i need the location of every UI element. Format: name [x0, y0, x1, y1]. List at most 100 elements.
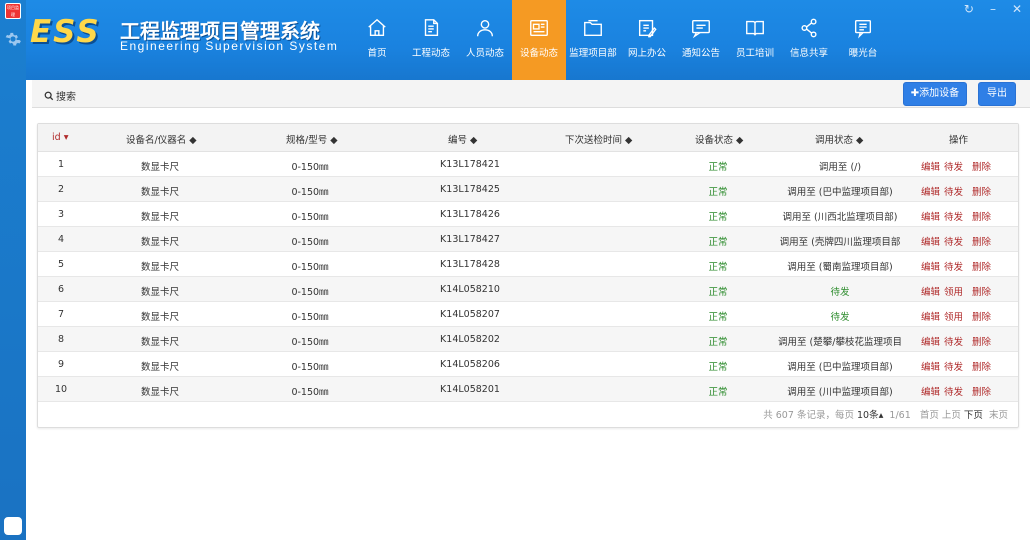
delete-link[interactable]: 删除: [972, 237, 991, 248]
export-button[interactable]: 导出: [978, 82, 1016, 106]
table-row: 1 数显卡尺 0-150㎜ K13L178421 正常 调用至 (/) 编辑 待发…: [38, 152, 1018, 177]
gear-icon[interactable]: [4, 30, 22, 48]
col-next-check[interactable]: 下次送检时间 ◆: [565, 132, 632, 146]
receive-link[interactable]: 领用: [944, 287, 963, 298]
row-actions: 编辑 待发 删除: [921, 184, 1021, 198]
edit-link[interactable]: 编辑: [921, 362, 940, 373]
dispatch-link[interactable]: 待发: [944, 237, 963, 248]
delete-link[interactable]: 删除: [972, 312, 991, 323]
edit-link[interactable]: 编辑: [921, 262, 940, 273]
pager-total: 607: [775, 410, 794, 421]
pager-total-prefix: 共: [763, 410, 773, 421]
dispatch-link[interactable]: 待发: [944, 187, 963, 198]
chat-icon: [854, 19, 872, 39]
edit-link[interactable]: 编辑: [921, 212, 940, 223]
delete-link[interactable]: 删除: [972, 337, 991, 348]
cell-id: 1: [57, 159, 65, 170]
cell-code: K14L058206: [440, 359, 500, 370]
app-subtitle: Engineering Supervision System: [120, 39, 339, 53]
add-device-button[interactable]: ✚添加设备: [903, 82, 967, 106]
nav-share[interactable]: 信息共享: [782, 0, 836, 80]
edit-link[interactable]: 编辑: [921, 312, 940, 323]
cell-dispatch: 调用至 (/): [818, 162, 862, 173]
cell-id: 6: [57, 284, 65, 295]
edit-link[interactable]: 编辑: [921, 287, 940, 298]
nav-personnel[interactable]: 人员动态: [458, 0, 512, 80]
pager-next[interactable]: 下页: [964, 410, 983, 421]
delete-link[interactable]: 删除: [972, 212, 991, 223]
dispatch-link[interactable]: 待发: [944, 212, 963, 223]
cell-id: 8: [57, 334, 65, 345]
cell-spec: 0-150㎜: [291, 187, 329, 198]
cell-spec: 0-150㎜: [291, 262, 329, 273]
edit-link[interactable]: 编辑: [921, 337, 940, 348]
dispatch-link[interactable]: 待发: [944, 262, 963, 273]
edit-link[interactable]: 编辑: [921, 162, 940, 173]
search-button[interactable]: 搜索: [44, 88, 76, 103]
dispatch-link[interactable]: 待发: [944, 362, 963, 373]
cell-code: K13L178425: [440, 184, 500, 195]
nav-home[interactable]: 首页: [350, 0, 404, 80]
nav-training[interactable]: 员工培训: [728, 0, 782, 80]
dispatch-link[interactable]: 待发: [944, 337, 963, 348]
home-icon: [368, 18, 386, 37]
cell-code: K13L178427: [440, 234, 500, 245]
col-id[interactable]: id ▾: [52, 132, 68, 143]
col-dispatch[interactable]: 调用状态 ◆: [815, 132, 863, 146]
edit-link[interactable]: 编辑: [921, 387, 940, 398]
minimize-icon[interactable]: –: [990, 2, 996, 16]
nav-equipment[interactable]: 设备动态: [512, 0, 566, 80]
edit-link[interactable]: 编辑: [921, 187, 940, 198]
delete-link[interactable]: 删除: [972, 287, 991, 298]
cell-id: 2: [57, 184, 65, 195]
cell-code: K14L058210: [440, 284, 500, 295]
delete-link[interactable]: 删除: [972, 362, 991, 373]
pager-per-page[interactable]: 10: [857, 410, 869, 421]
dispatch-link[interactable]: 待发: [944, 387, 963, 398]
col-status[interactable]: 设备状态 ◆: [695, 132, 743, 146]
receive-link[interactable]: 领用: [944, 312, 963, 323]
refresh-icon[interactable]: ↻: [964, 2, 974, 16]
nav-label: 网上办公: [627, 48, 666, 59]
document-edit-icon: [424, 19, 439, 37]
cell-id: 9: [57, 359, 65, 370]
col-code[interactable]: 编号 ◆: [448, 132, 477, 146]
caret-up-icon[interactable]: ▴: [879, 410, 884, 421]
cell-spec: 0-150㎜: [291, 387, 329, 398]
rail-bottom-button[interactable]: [4, 517, 22, 535]
nav-project-news[interactable]: 工程动态: [404, 0, 458, 80]
close-icon[interactable]: ✕: [1012, 2, 1022, 16]
col-name[interactable]: 设备名/仪器名 ◆: [126, 132, 197, 146]
col-spec[interactable]: 规格/型号 ◆: [286, 132, 338, 146]
pager-page-info: 1/61: [889, 410, 911, 421]
nav-notice[interactable]: 通知公告: [674, 0, 728, 80]
cell-id: 4: [57, 234, 65, 245]
delete-link[interactable]: 删除: [972, 162, 991, 173]
cell-dispatch: 调用至 (巴中监理项目部): [787, 187, 893, 198]
nav-office[interactable]: 网上办公: [620, 0, 674, 80]
cell-id: 10: [54, 384, 68, 395]
cell-status: 正常: [708, 312, 728, 323]
cell-dispatch: 调用至 (楚攀/攀枝花监理项目: [778, 337, 902, 348]
nav-label: 通知公告: [681, 48, 720, 59]
cell-name: 数显卡尺: [140, 337, 179, 348]
pager-prev[interactable]: 上页: [942, 410, 961, 421]
dispatch-link[interactable]: 待发: [944, 162, 963, 173]
cell-spec: 0-150㎜: [291, 312, 329, 323]
delete-link[interactable]: 删除: [972, 262, 991, 273]
delete-link[interactable]: 删除: [972, 387, 991, 398]
table-row: 10 数显卡尺 0-150㎜ K14L058201 正常 调用至 (川中监理项目…: [38, 377, 1018, 402]
nav-supervision-dept[interactable]: 监理项目部: [566, 0, 620, 80]
delete-link[interactable]: 删除: [972, 187, 991, 198]
cell-dispatch: 调用至 (川西北监理项目部): [782, 212, 898, 223]
pager-last[interactable]: 末页: [989, 410, 1008, 421]
table-row: 3 数显卡尺 0-150㎜ K13L178426 正常 调用至 (川西北监理项目…: [38, 202, 1018, 227]
cell-code: K14L058207: [440, 309, 500, 320]
pager-per-page-suffix: 条: [869, 410, 879, 421]
cell-id: 3: [57, 209, 65, 220]
book-icon: [746, 20, 764, 36]
edit-link[interactable]: 编辑: [921, 237, 940, 248]
pager-first[interactable]: 首页: [920, 410, 939, 421]
nav-exposure[interactable]: 曝光台: [836, 0, 890, 80]
cell-status: 正常: [708, 287, 728, 298]
